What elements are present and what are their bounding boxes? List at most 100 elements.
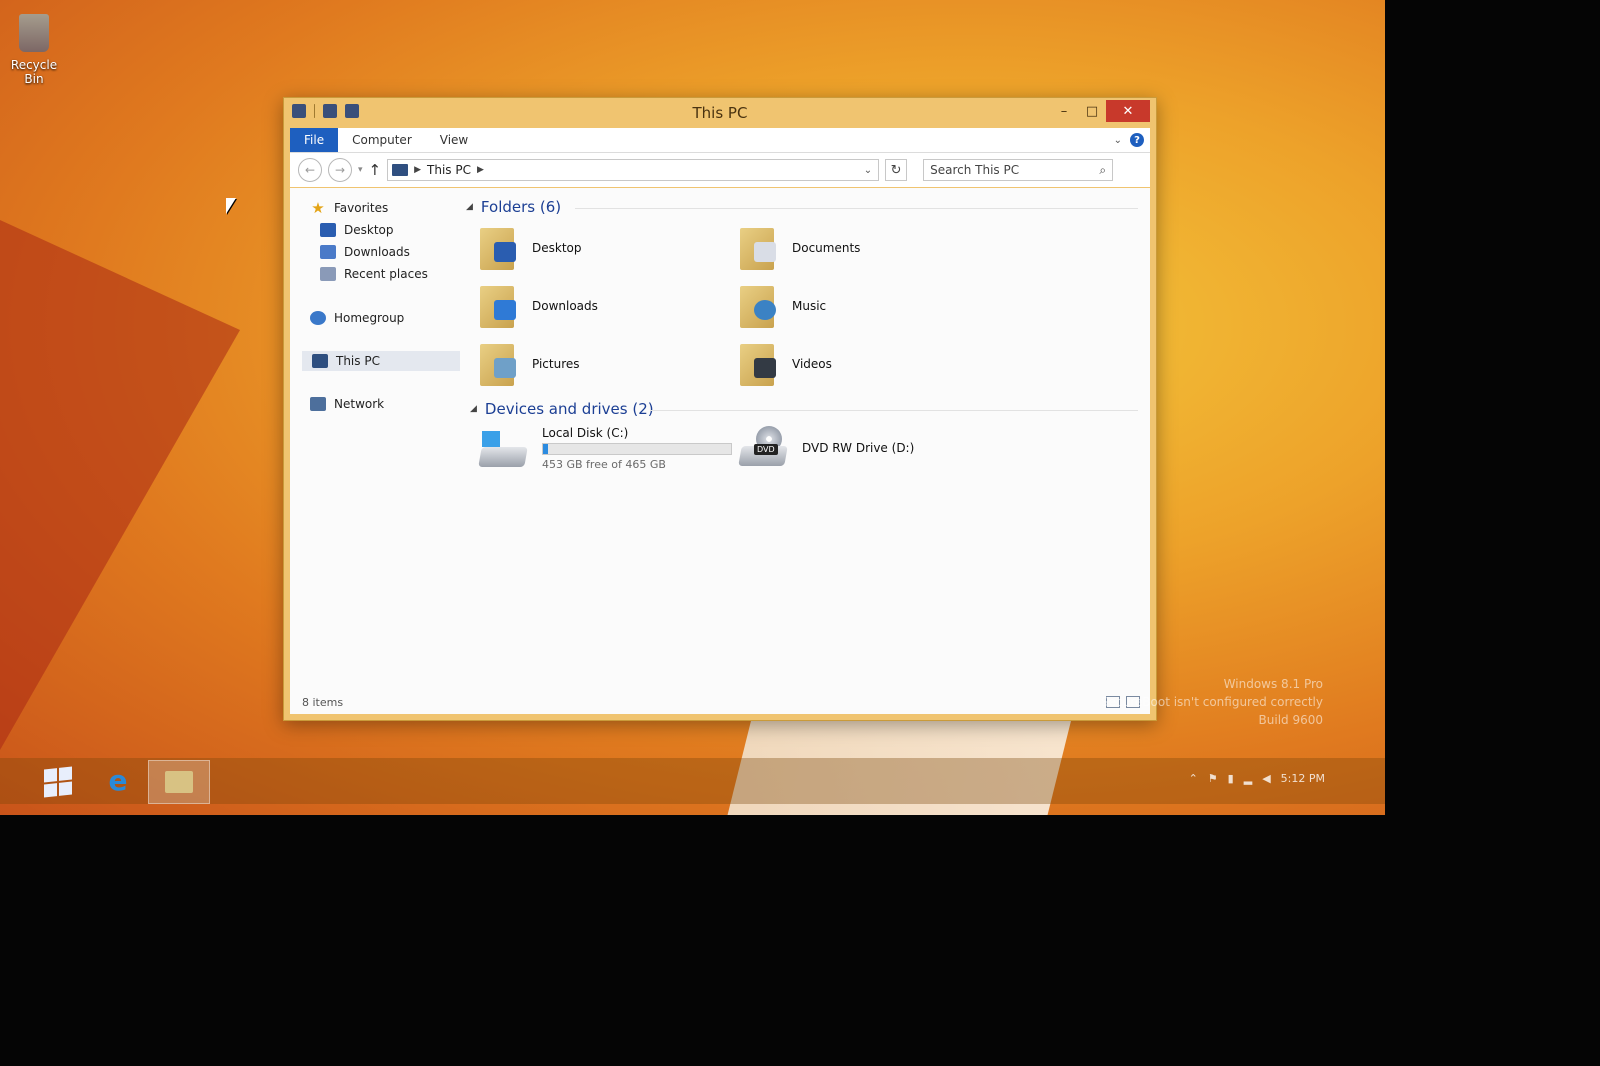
battery-icon[interactable]: ▮ — [1228, 772, 1234, 785]
recycle-bin-label: Recycle Bin — [10, 58, 58, 86]
folder-icon — [480, 342, 518, 386]
back-button[interactable]: ← — [298, 158, 322, 182]
downloads-icon — [320, 245, 336, 259]
nav-homegroup[interactable]: Homegroup — [310, 308, 404, 328]
nav-label: Homegroup — [334, 311, 405, 325]
folder-icon — [480, 226, 518, 270]
tab-view[interactable]: View — [426, 128, 482, 152]
nav-favorites[interactable]: ★ Favorites — [310, 198, 388, 218]
title-bar[interactable]: This PC – □ ✕ — [284, 98, 1156, 128]
folder-desktop[interactable]: Desktop — [480, 226, 582, 270]
divider — [650, 410, 1138, 411]
folder-icon — [480, 284, 518, 328]
nav-downloads[interactable]: Downloads — [320, 242, 410, 262]
folders-group-header[interactable]: ◢ Folders (6) — [466, 198, 561, 216]
desktop-screen: Recycle Bin This PC – □ ✕ File Computer … — [0, 0, 1385, 815]
internet-explorer-icon[interactable]: e — [103, 766, 133, 796]
search-placeholder: Search This PC — [930, 163, 1020, 177]
folder-documents[interactable]: Documents — [740, 226, 860, 270]
drive-dvd-d[interactable]: DVD DVD RW Drive (D:) — [738, 426, 915, 470]
breadcrumb-this-pc[interactable]: This PC — [427, 163, 471, 177]
nav-recent-places[interactable]: Recent places — [320, 264, 428, 284]
collapse-icon[interactable]: ◢ — [470, 404, 477, 414]
window-controls: – □ ✕ — [1050, 100, 1150, 122]
content-area: ★ Favorites Desktop Downloads Recent pla… — [290, 188, 1150, 714]
status-bar: 8 items — [290, 690, 1150, 714]
window-title: This PC — [692, 104, 748, 122]
recycle-bin-shortcut[interactable]: Recycle Bin — [4, 14, 64, 86]
folder-icon — [740, 284, 778, 328]
refresh-button[interactable]: ↻ — [885, 159, 908, 181]
up-button[interactable]: ↑ — [369, 161, 382, 179]
breadcrumb-separator-icon[interactable]: ▶ — [477, 165, 484, 175]
group-title: Devices and drives (2) — [484, 400, 654, 418]
minimize-button[interactable]: – — [1050, 100, 1078, 122]
collapse-icon[interactable]: ◢ — [466, 202, 473, 212]
breadcrumb-separator-icon[interactable]: ▶ — [414, 165, 421, 175]
star-icon: ★ — [311, 199, 325, 217]
disk-usage-fill — [543, 444, 548, 454]
folder-videos[interactable]: Videos — [740, 342, 832, 386]
folder-music[interactable]: Music — [740, 284, 826, 328]
watermark-build: Build 9600 — [1258, 713, 1323, 727]
item-label: Desktop — [532, 241, 582, 255]
file-explorer-taskbar-button[interactable] — [148, 760, 210, 804]
computer-icon — [312, 354, 328, 368]
navigation-bar: ← → ▾ ↑ ▶ This PC ▶ ⌄ ↻ Search This PC ⌕ — [290, 153, 1150, 187]
nav-label: Favorites — [334, 201, 389, 215]
clock[interactable]: 5:12 PM — [1281, 772, 1325, 785]
ribbon-right: ⌄ ? — [1114, 128, 1150, 152]
file-explorer-window[interactable]: This PC – □ ✕ File Computer View ⌄ ? ← →… — [283, 97, 1157, 721]
folder-downloads[interactable]: Downloads — [480, 284, 598, 328]
hard-drive-icon — [478, 427, 528, 471]
homegroup-icon — [310, 311, 326, 325]
search-input[interactable]: Search This PC ⌕ — [923, 159, 1114, 181]
expand-ribbon-icon[interactable]: ⌄ — [1114, 135, 1122, 146]
folder-icon — [740, 342, 778, 386]
network-icon — [310, 397, 326, 411]
main-pane: ◢ Folders (6) Desktop Documents Download… — [460, 188, 1150, 690]
nav-label: Network — [334, 397, 385, 411]
watermark-secureboot: SecureBoot isn't configured correctly — [1101, 695, 1323, 709]
nav-label: This PC — [336, 354, 380, 368]
disk-usage-bar — [542, 443, 732, 455]
ribbon-tabs: File Computer View ⌄ ? — [290, 128, 1150, 153]
group-title: Folders (6) — [480, 198, 562, 216]
drive-local-disk-c[interactable]: Local Disk (C:) 453 GB free of 465 GB — [478, 426, 732, 471]
navigation-pane: ★ Favorites Desktop Downloads Recent pla… — [290, 188, 460, 690]
item-label: Videos — [792, 357, 832, 371]
mouse-cursor-icon — [226, 198, 236, 214]
network-icon[interactable]: ▂ — [1244, 772, 1252, 785]
devices-group-header[interactable]: ◢ Devices and drives (2) — [470, 400, 654, 418]
address-dropdown-icon[interactable]: ⌄ — [864, 165, 878, 176]
tab-file[interactable]: File — [290, 128, 339, 152]
nav-network[interactable]: Network — [310, 394, 384, 414]
computer-icon — [392, 164, 409, 176]
volume-icon[interactable]: ◀ — [1262, 772, 1270, 785]
folder-icon — [165, 771, 193, 793]
drive-free-space: 453 GB free of 465 GB — [542, 458, 666, 471]
desktop-icon — [320, 223, 336, 237]
item-label: Pictures — [532, 357, 580, 371]
forward-button[interactable]: → — [328, 158, 352, 182]
recent-places-icon — [320, 267, 336, 281]
nav-this-pc[interactable]: This PC — [302, 351, 460, 371]
show-hidden-icons-icon[interactable]: ⌃ — [1189, 772, 1198, 785]
desktop-watermark: Windows 8.1 Pro SecureBoot isn't configu… — [1101, 675, 1323, 729]
start-button[interactable] — [44, 766, 72, 798]
wallpaper-shape — [0, 220, 240, 750]
nav-desktop[interactable]: Desktop — [320, 220, 394, 240]
folder-pictures[interactable]: Pictures — [480, 342, 580, 386]
flag-icon[interactable]: ⚑ — [1208, 772, 1218, 785]
maximize-button[interactable]: □ — [1078, 100, 1106, 122]
recycle-bin-icon — [19, 14, 49, 52]
tab-computer[interactable]: Computer — [338, 128, 426, 152]
drive-name: DVD RW Drive (D:) — [802, 441, 915, 455]
dvd-drive-icon: DVD — [738, 426, 788, 470]
recent-locations-icon[interactable]: ▾ — [358, 165, 363, 175]
search-icon[interactable]: ⌕ — [1099, 163, 1106, 178]
close-button[interactable]: ✕ — [1106, 100, 1150, 122]
address-bar[interactable]: ▶ This PC ▶ ⌄ — [387, 159, 880, 181]
help-icon[interactable]: ? — [1130, 133, 1144, 147]
nav-label: Desktop — [344, 223, 394, 237]
